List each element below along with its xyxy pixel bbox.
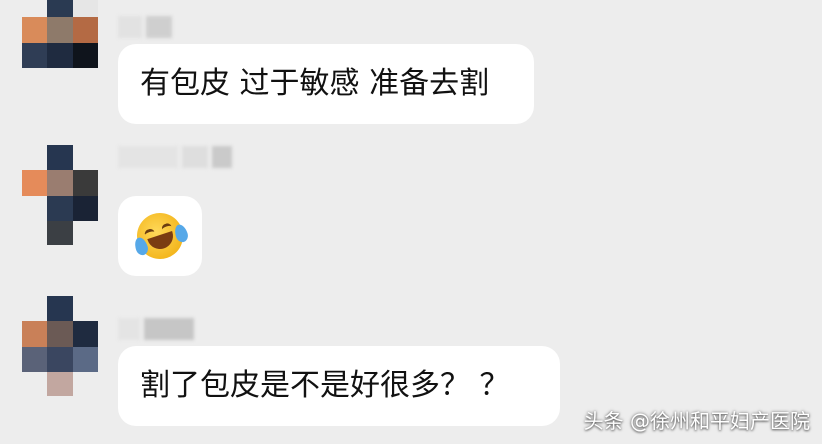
- sender-name-blurred: [118, 318, 194, 340]
- avatar[interactable]: [22, 0, 98, 68]
- sender-name-blurred: [118, 16, 172, 38]
- avatar[interactable]: [22, 296, 98, 372]
- sender-name-blurred: [118, 146, 232, 168]
- message-bubble[interactable]: [118, 196, 202, 276]
- message-bubble[interactable]: 割了包皮是不是好很多？ ？: [118, 346, 560, 426]
- avatar-lower: [22, 372, 98, 396]
- laughing-with-tears-icon: [131, 207, 190, 265]
- message-bubble[interactable]: 有包皮 过于敏感 准备去割: [118, 44, 534, 124]
- avatar-lower: [22, 221, 98, 245]
- message-text: 割了包皮是不是好很多？ ？: [140, 368, 510, 403]
- watermark: 头条 @徐州和平妇产医院: [583, 409, 810, 433]
- message-text: 有包皮 过于敏感 准备去割: [140, 66, 490, 101]
- avatar[interactable]: [22, 145, 98, 221]
